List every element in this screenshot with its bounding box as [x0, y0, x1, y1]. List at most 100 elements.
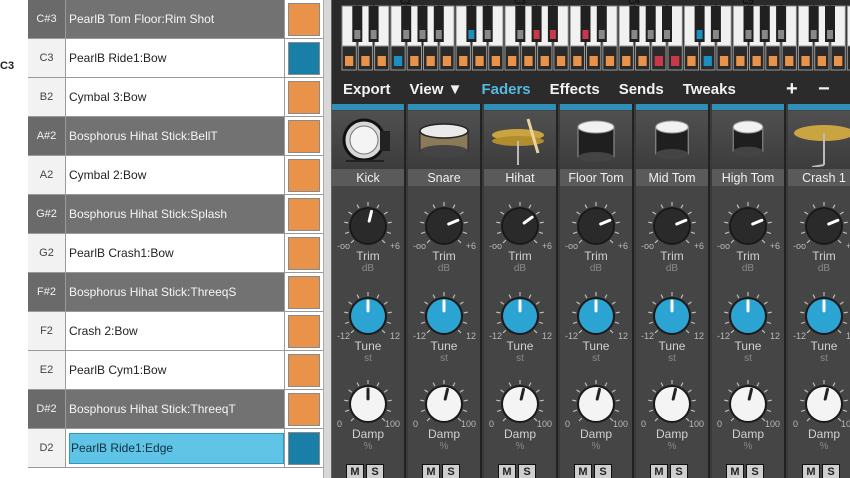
color-swatch[interactable]	[288, 314, 320, 348]
knob-tick	[687, 389, 692, 393]
black-key-indicator	[761, 30, 768, 39]
channel-name[interactable]: Mid Tom	[636, 169, 708, 186]
sample-name-field[interactable]: PearlB Ride1:Bow	[66, 39, 285, 77]
sample-name-field[interactable]: PearlB Crash1:Bow	[66, 234, 285, 272]
solo-button[interactable]: S	[670, 464, 688, 478]
key-map-row[interactable]: B2 Cymbal 3:Bow	[28, 78, 323, 117]
solo-button[interactable]: S	[366, 464, 384, 478]
mute-button[interactable]: M	[346, 464, 364, 478]
damp-unit: %	[515, 441, 525, 452]
solo-button[interactable]: S	[746, 464, 764, 478]
mute-button[interactable]: M	[498, 464, 516, 478]
damp-label: Damp	[807, 427, 840, 441]
piano-keys[interactable]: C2 C3 C4 C5	[332, 0, 850, 74]
channel-icon-well[interactable]	[408, 111, 480, 169]
key-map-row[interactable]: D2 PearlB Ride1:Edge	[28, 429, 323, 468]
channel-name[interactable]: Hihat	[484, 169, 556, 186]
knob-tick	[766, 409, 772, 412]
solo-button[interactable]: S	[518, 464, 536, 478]
knob-tick	[533, 329, 538, 334]
knob-tick	[578, 239, 583, 244]
key-map-row[interactable]: C#3 PearlB Tom Floor:Rim Shot	[28, 0, 323, 39]
trim-control: -oo+6TrimdB	[788, 196, 850, 280]
mute-button[interactable]: M	[650, 464, 668, 478]
sample-name-field[interactable]: Bosphorus Hihat Stick:Splash	[66, 195, 285, 233]
channel-icon-well[interactable]	[560, 111, 632, 169]
color-swatch[interactable]	[288, 392, 320, 426]
solo-button[interactable]: S	[822, 464, 840, 478]
piano-keyboard[interactable]: C2 C3 C4 C5	[332, 0, 850, 74]
knob-tick	[654, 417, 659, 422]
sample-name-field[interactable]: PearlB Ride1:Edge	[66, 429, 285, 467]
color-swatch[interactable]	[288, 353, 320, 387]
knob-tick	[724, 231, 730, 234]
channel-icon-well[interactable]	[332, 111, 404, 169]
sample-name-field[interactable]: Crash 2:Bow	[66, 312, 285, 350]
solo-button[interactable]: S	[442, 464, 460, 478]
menu-view[interactable]: View ▼	[410, 74, 463, 104]
menu-effects[interactable]: Effects	[550, 74, 600, 104]
channel-icon-well[interactable]	[484, 111, 556, 169]
sample-name-field[interactable]: PearlB Cym1:Bow	[66, 351, 285, 389]
color-swatch[interactable]	[288, 236, 320, 270]
color-swatch[interactable]	[288, 158, 320, 192]
mute-button[interactable]: M	[726, 464, 744, 478]
knob-tick	[459, 301, 464, 305]
color-swatch[interactable]	[288, 2, 320, 36]
knob-tick	[572, 409, 578, 412]
knob-tick	[648, 311, 653, 314]
channel-icon-well[interactable]	[712, 111, 784, 169]
key-map-row[interactable]: A#2 Bosphorus Hihat Stick:BellT	[28, 117, 323, 156]
color-swatch[interactable]	[288, 80, 320, 114]
panel-divider[interactable]	[323, 0, 332, 478]
channel-icon-well[interactable]	[636, 111, 708, 169]
channel-name[interactable]: High Tom	[712, 169, 784, 186]
channel-name[interactable]: Snare	[408, 169, 480, 186]
menu-faders[interactable]: Faders	[481, 74, 530, 104]
sample-name: PearlB Cym1:Bow	[69, 363, 167, 377]
icon-shape	[349, 125, 379, 155]
sample-name-field[interactable]: Bosphorus Hihat Stick:BellT	[66, 117, 285, 155]
color-swatch[interactable]	[288, 275, 320, 309]
knob-tick	[528, 382, 532, 387]
sample-name-field[interactable]: Bosphorus Hihat Stick:ThreeqT	[66, 390, 285, 428]
black-key-indicator	[664, 30, 670, 39]
color-swatch[interactable]	[288, 431, 320, 465]
knob-tick	[680, 294, 684, 299]
sample-name-field[interactable]: Bosphorus Hihat Stick:ThreeqS	[66, 273, 285, 311]
color-swatch[interactable]	[288, 197, 320, 231]
knob-tick	[381, 329, 386, 334]
channel-strip: Kick -oo +6 Trim dB -12 12 Tune st 0 100 Damp% M S	[332, 104, 406, 478]
color-swatch[interactable]	[288, 119, 320, 153]
key-map-row[interactable]: E2 PearlB Cym1:Bow	[28, 351, 323, 390]
menu-export[interactable]: Export	[343, 74, 391, 104]
knob-tick	[680, 204, 684, 209]
menu-tweaks[interactable]: Tweaks	[683, 74, 736, 104]
black-key-indicator	[712, 30, 719, 39]
key-map-row[interactable]: G2 PearlB Crash1:Bow	[28, 234, 323, 273]
knob-tick	[761, 239, 766, 244]
mute-button[interactable]: M	[802, 464, 820, 478]
mute-button[interactable]: M	[574, 464, 592, 478]
sample-name-field[interactable]: Cymbal 3:Bow	[66, 78, 285, 116]
add-channel-button[interactable]: +	[786, 74, 798, 104]
key-map-row[interactable]: F2 Crash 2:Bow	[28, 312, 323, 351]
sample-name-field[interactable]: Cymbal 2:Bow	[66, 156, 285, 194]
mute-button[interactable]: M	[422, 464, 440, 478]
color-swatch[interactable]	[288, 41, 320, 75]
black-key-indicator	[745, 30, 752, 39]
key-map-row[interactable]: D#2 Bosphorus Hihat Stick:ThreeqT	[28, 390, 323, 429]
key-map-row[interactable]: A2 Cymbal 2:Bow	[28, 156, 323, 195]
remove-channel-button[interactable]: −	[818, 74, 830, 104]
channel-name[interactable]: Floor Tom	[560, 169, 632, 186]
channel-name[interactable]: Kick	[332, 169, 404, 186]
sample-name-field[interactable]: PearlB Tom Floor:Rim Shot	[66, 0, 285, 38]
key-map-row[interactable]: F#2 Bosphorus Hihat Stick:ThreeqS	[28, 273, 323, 312]
solo-button[interactable]: S	[594, 464, 612, 478]
key-map-row[interactable]: C3 PearlB Ride1:Bow	[28, 39, 323, 78]
channel-icon-well[interactable]	[788, 111, 850, 169]
channel-name[interactable]: Crash 1	[788, 169, 850, 186]
sample-name: Bosphorus Hihat Stick:ThreeqS	[69, 285, 237, 299]
key-map-row[interactable]: G#2 Bosphorus Hihat Stick:Splash	[28, 195, 323, 234]
menu-sends[interactable]: Sends	[619, 74, 664, 104]
